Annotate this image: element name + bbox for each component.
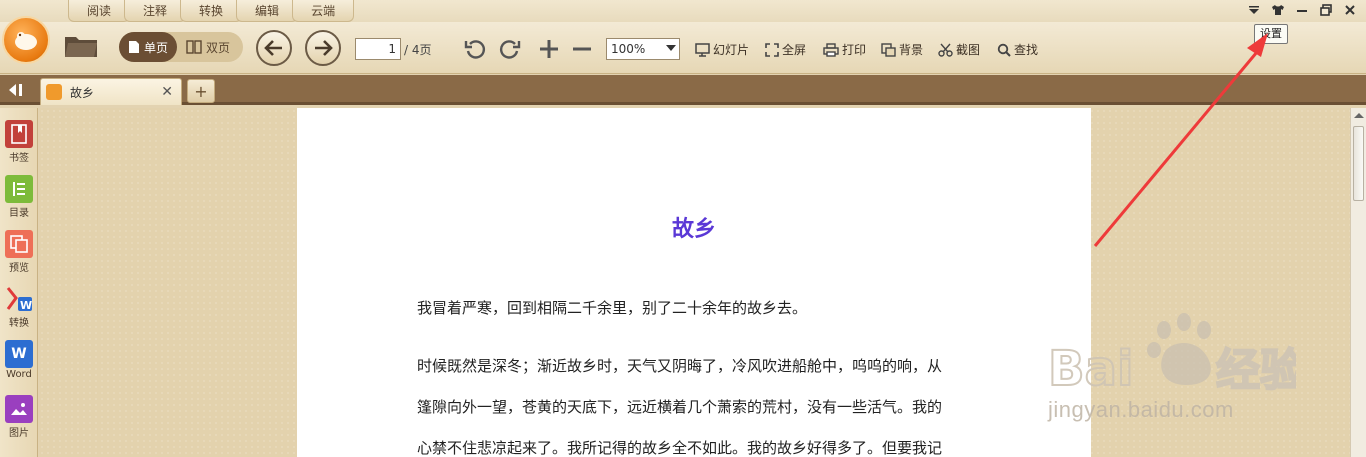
document-page: 故乡 我冒着严寒，回到相隔二千余里，别了二十余年的故乡去。 时候既然是深冬；渐近…	[297, 108, 1091, 457]
fullscreen-button[interactable]: 全屏	[765, 41, 806, 58]
preview-icon	[5, 230, 33, 258]
print-label: 打印	[842, 43, 867, 57]
svg-text:Bai: Bai	[1048, 341, 1133, 397]
page-number-input[interactable]: 1	[355, 38, 401, 60]
sidebar-item-toc[interactable]: 目录	[3, 175, 35, 219]
open-folder-icon[interactable]	[64, 33, 98, 59]
menu-tab-edit[interactable]: 编辑	[236, 0, 299, 22]
sidebar-item-label: 预览	[9, 263, 29, 274]
next-page-button[interactable]	[305, 30, 341, 66]
view-mode-toggle: 单页 双页	[119, 32, 243, 62]
zoom-in-icon[interactable]	[538, 38, 560, 60]
window-controls	[1246, 2, 1358, 18]
slideshow-icon	[695, 42, 710, 57]
rotate-right-icon[interactable]	[499, 38, 521, 60]
chevron-down-icon	[666, 45, 676, 51]
slideshow-label: 幻灯片	[713, 43, 750, 57]
word-icon: W	[5, 340, 33, 368]
fullscreen-label: 全屏	[782, 43, 807, 57]
sidebar-item-preview[interactable]: 预览	[3, 230, 35, 274]
sidebar-item-label: 图片	[9, 428, 29, 439]
paragraph-1: 我冒着严寒，回到相隔二千余里，别了二十余年的故乡去。	[417, 299, 808, 317]
document-icon	[46, 84, 62, 100]
sidebar-item-label: 转换	[9, 318, 29, 329]
restore-icon[interactable]	[1318, 2, 1334, 18]
double-page-button[interactable]: 双页	[177, 32, 239, 62]
document-tab[interactable]: 故乡 ✕	[40, 78, 182, 105]
document-tab-title: 故乡	[70, 85, 95, 100]
app-logo[interactable]	[2, 16, 50, 64]
find-button[interactable]: 查找	[997, 41, 1038, 58]
search-icon	[997, 43, 1011, 57]
arrow-left-icon	[264, 40, 282, 56]
screenshot-button[interactable]: 截图	[938, 41, 980, 58]
watermark-url: jingyan.baidu.com	[1048, 397, 1234, 422]
background-icon	[881, 42, 896, 57]
zoom-out-icon[interactable]	[571, 38, 593, 60]
slideshow-button[interactable]: 幻灯片	[695, 41, 749, 58]
background-label: 背景	[899, 43, 924, 57]
settings-dropdown-icon[interactable]	[1246, 2, 1262, 18]
previous-page-button[interactable]	[256, 30, 292, 66]
screenshot-label: 截图	[956, 43, 981, 57]
sidebar-item-image[interactable]: 图片	[3, 395, 35, 439]
close-tab-icon[interactable]: ✕	[161, 84, 173, 100]
svg-text:经验: 经验	[1216, 345, 1296, 396]
menu-tab-cloud[interactable]: 云端	[292, 0, 355, 22]
paragraph-2-line-1: 时候既然是深冬；渐近故乡时，天气又阴晦了，冷风吹进船舱中，呜呜的响，从	[417, 357, 943, 375]
vertical-scrollbar[interactable]	[1350, 108, 1366, 457]
background-button[interactable]: 背景	[881, 41, 923, 58]
menu-tabs: 阅读 注释 转换 编辑 云端	[68, 0, 355, 22]
rotate-left-icon[interactable]	[464, 38, 486, 60]
new-tab-button[interactable]: +	[187, 79, 215, 103]
single-page-icon	[129, 41, 139, 53]
minimize-icon[interactable]	[1294, 2, 1310, 18]
svg-text:W: W	[20, 299, 32, 312]
scrollbar-thumb[interactable]	[1353, 126, 1364, 201]
settings-tooltip: 设置	[1254, 24, 1288, 44]
sidebar-item-label: 目录	[9, 208, 29, 219]
bookmark-icon	[5, 120, 33, 148]
scroll-up-icon[interactable]	[1354, 113, 1364, 118]
double-page-icon	[186, 40, 202, 54]
double-page-label: 双页	[206, 40, 231, 55]
print-button[interactable]: 打印	[823, 41, 866, 58]
convert-icon: W	[5, 285, 33, 313]
menu-tab-read[interactable]: 阅读	[68, 0, 131, 22]
paragraph-2-line-3: 心禁不住悲凉起来了。我所记得的故乡全不如此。我的故乡好得多了。但要我记	[417, 439, 943, 457]
zoom-value: 100%	[611, 42, 646, 56]
paragraph-2-line-2: 篷隙向外一望，苍黄的天底下，远近横着几个萧索的荒村，没有一些活气。我的	[417, 398, 943, 416]
skin-shirt-icon[interactable]	[1270, 2, 1286, 18]
sidebar-item-label: 书签	[9, 153, 29, 164]
close-window-icon[interactable]	[1342, 2, 1358, 18]
image-icon	[5, 395, 33, 423]
toc-icon	[5, 175, 33, 203]
sidebar-item-bookmark[interactable]: 书签	[3, 120, 35, 164]
page-total: / 4页	[404, 43, 432, 57]
document-tab-strip: 故乡 ✕ +	[0, 75, 1366, 105]
printer-icon	[823, 42, 839, 57]
sidebar-item-label: Word	[6, 369, 32, 380]
toolbar: 单页 双页 1 / 4页 100% 幻灯片 全屏 打印 背景 截图 查找	[0, 16, 1366, 74]
single-page-label: 单页	[144, 40, 169, 55]
sidebar-item-convert[interactable]: W 转换	[3, 285, 35, 329]
fullscreen-icon	[765, 42, 779, 57]
scissors-icon	[938, 43, 953, 57]
menu-tab-convert[interactable]: 转换	[180, 0, 243, 22]
collapse-sidebar-icon[interactable]	[6, 82, 28, 98]
find-label: 查找	[1014, 43, 1039, 57]
document-title: 故乡	[671, 217, 716, 242]
zoom-select[interactable]: 100%	[606, 38, 680, 60]
menu-bar: 阅读 注释 转换 编辑 云端	[0, 0, 1366, 22]
sidebar: 书签 目录 预览 W 转换 W Word 图片	[0, 108, 38, 457]
sidebar-item-word[interactable]: W Word	[3, 340, 35, 380]
arrow-right-icon	[315, 40, 333, 56]
single-page-button[interactable]: 单页	[119, 32, 178, 62]
menu-tab-annotate[interactable]: 注释	[124, 0, 187, 22]
